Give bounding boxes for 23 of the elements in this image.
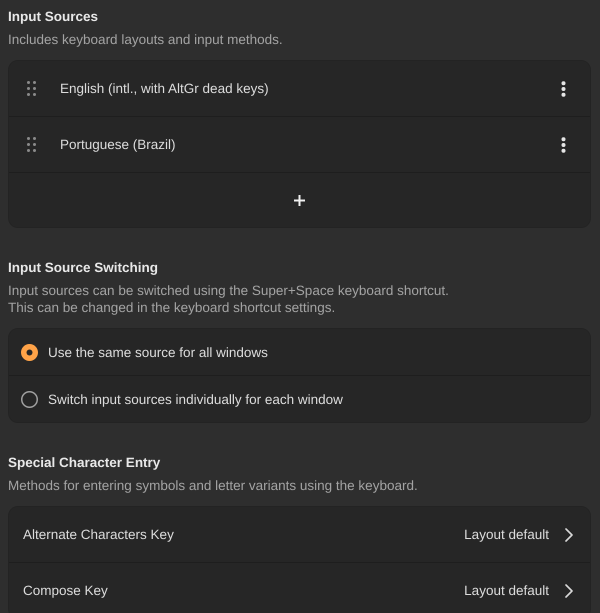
drag-handle-icon[interactable]: [27, 137, 36, 152]
input-source-label: English (intl., with AltGr dead keys): [60, 81, 269, 96]
add-icon: [294, 194, 305, 206]
chevron-right-icon[interactable]: [565, 584, 573, 598]
setting-value: Layout default: [464, 583, 549, 598]
section-title: Input Source Switching: [8, 259, 158, 277]
setting-label[interactable]: Alternate Characters Key: [23, 527, 174, 542]
section-description: Input sources can be switched using the Super+Space keyboard shortcut. This can be changed in the keyboard shortcut settings.: [8, 282, 449, 316]
radio-button[interactable]: [21, 390, 38, 408]
section-description: Includes keyboard layouts and input methods.: [8, 31, 283, 48]
drag-handle-icon[interactable]: [27, 81, 36, 96]
setting-value: Layout default: [464, 527, 549, 542]
chevron-right-icon[interactable]: [565, 528, 573, 542]
menu-icon[interactable]: [561, 136, 566, 152]
menu-icon[interactable]: [561, 80, 566, 96]
option-label[interactable]: Use the same source for all windows: [48, 344, 268, 360]
setting-label[interactable]: Compose Key: [23, 583, 108, 598]
option-label[interactable]: Switch input sources individually for each window: [48, 392, 343, 406]
section-description: Methods for entering symbols and letter variants using the keyboard.: [8, 477, 418, 494]
section-title: Special Character Entry: [8, 454, 160, 472]
section-title: Input Sources: [8, 8, 98, 26]
radio-button[interactable]: [21, 344, 38, 360]
input-source-label: Portuguese (Brazil): [60, 137, 176, 152]
